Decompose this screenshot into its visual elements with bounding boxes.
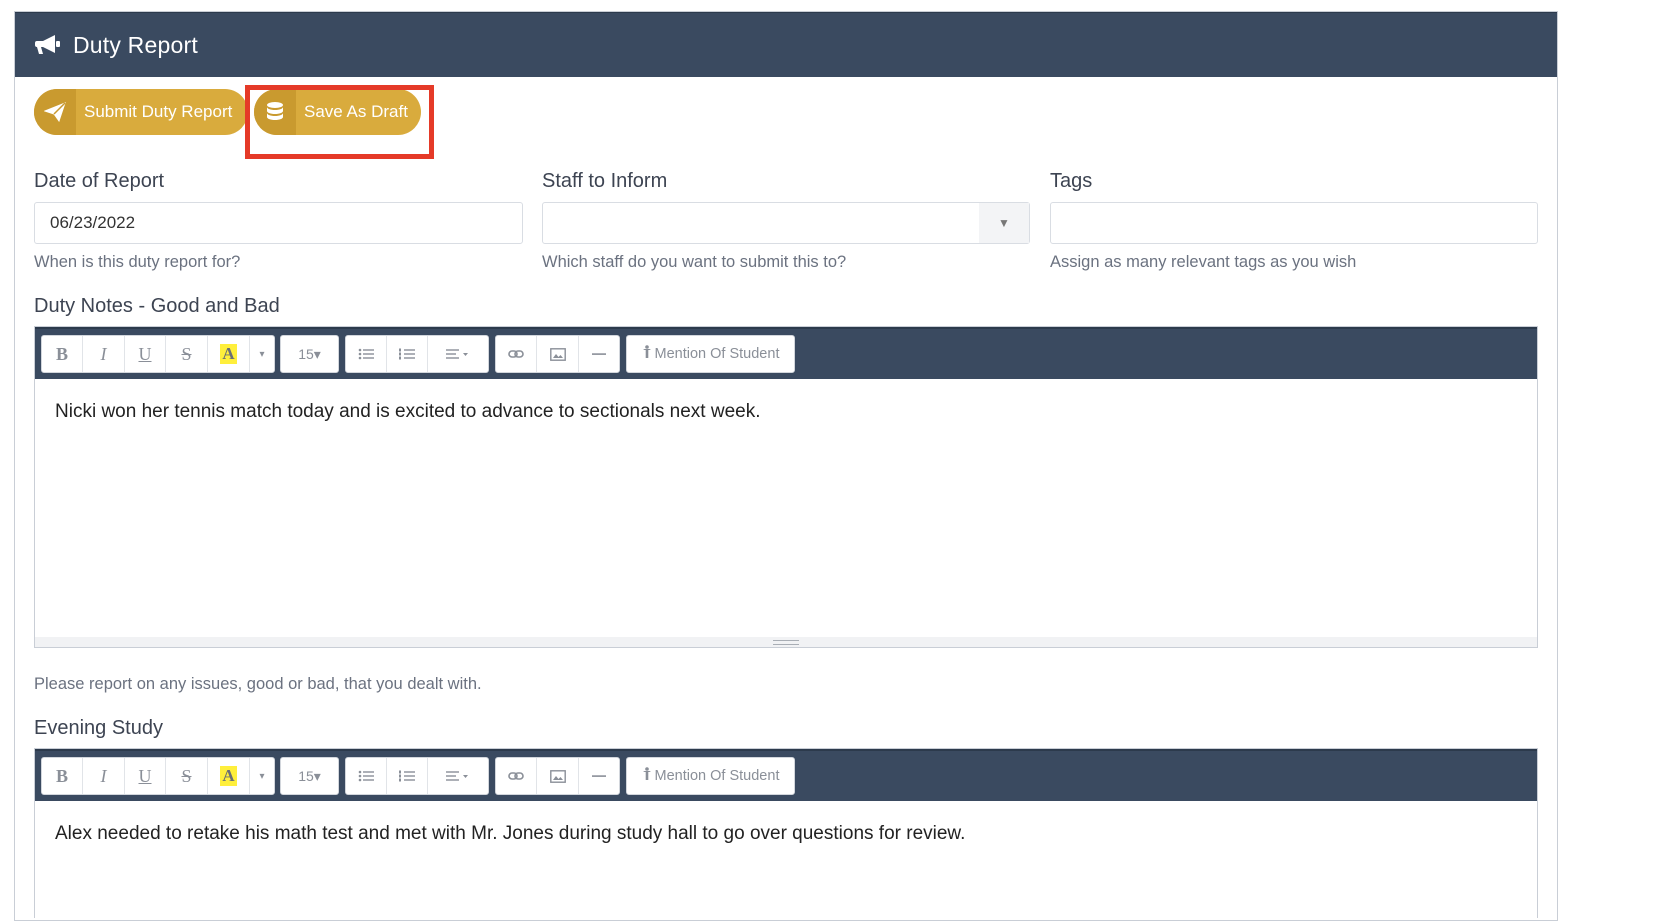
strikethrough-button[interactable]: S bbox=[166, 758, 208, 794]
align-left-icon bbox=[446, 771, 468, 781]
chevron-down-icon[interactable]: ▾ bbox=[250, 336, 274, 372]
bullhorn-icon bbox=[35, 33, 63, 57]
highlight-icon: A bbox=[220, 766, 237, 786]
duty-notes-label: Duty Notes - Good and Bad bbox=[34, 295, 280, 317]
image-icon[interactable] bbox=[537, 336, 579, 372]
underline-button[interactable]: U bbox=[125, 758, 166, 794]
staff-help: Which staff do you want to submit this t… bbox=[542, 253, 847, 271]
horizontal-rule-icon[interactable] bbox=[579, 336, 619, 372]
image-icon[interactable] bbox=[537, 758, 579, 794]
bold-button[interactable]: B bbox=[42, 336, 83, 372]
font-size-dropdown[interactable]: 15 ▾ bbox=[281, 336, 338, 372]
tags-label: Tags bbox=[1050, 170, 1093, 192]
paper-plane-icon bbox=[34, 89, 76, 135]
font-size-group: 15 ▾ bbox=[280, 757, 339, 795]
date-input[interactable]: 06/23/2022 bbox=[34, 202, 523, 244]
chevron-down-icon[interactable]: ▼ bbox=[979, 203, 1029, 243]
duty-notes-editor: B I U S A ▾ 15 ▾ Mention Of Student Nick… bbox=[34, 326, 1538, 648]
font-size-value: 15 bbox=[298, 768, 314, 784]
grip-icon bbox=[773, 639, 799, 645]
submit-duty-report-button[interactable]: Submit Duty Report bbox=[34, 89, 248, 135]
tags-input[interactable] bbox=[1050, 202, 1538, 244]
duty-notes-help: Please report on any issues, good or bad… bbox=[34, 675, 482, 693]
ordered-list-icon[interactable] bbox=[387, 758, 428, 794]
editor-toolbar: B I U S A ▾ 15 ▾ Mention Of Student bbox=[35, 327, 1537, 379]
evening-study-label: Evening Study bbox=[34, 717, 163, 739]
italic-button[interactable]: I bbox=[83, 758, 125, 794]
ordered-list-icon[interactable] bbox=[387, 336, 428, 372]
date-label: Date of Report bbox=[34, 170, 165, 192]
person-icon bbox=[642, 766, 652, 786]
align-dropdown[interactable] bbox=[428, 758, 488, 794]
page-title: Duty Report bbox=[73, 31, 198, 58]
format-group: B I U S A ▾ bbox=[41, 335, 275, 373]
mention-label: Mention Of Student bbox=[654, 768, 780, 784]
mention-group: Mention Of Student bbox=[626, 757, 795, 795]
insert-group bbox=[495, 335, 620, 373]
align-dropdown[interactable] bbox=[428, 336, 488, 372]
font-size-value: 15 bbox=[298, 346, 314, 362]
link-icon[interactable] bbox=[496, 758, 537, 794]
font-size-group: 15 ▾ bbox=[280, 335, 339, 373]
mention-of-student-button[interactable]: Mention Of Student bbox=[627, 336, 794, 372]
date-value: 06/23/2022 bbox=[50, 213, 136, 232]
font-size-dropdown[interactable]: 15 ▾ bbox=[281, 758, 338, 794]
draft-button-label: Save As Draft bbox=[304, 102, 408, 121]
staff-select[interactable]: ▼ bbox=[542, 202, 1030, 244]
list-group bbox=[345, 757, 489, 795]
unordered-list-icon[interactable] bbox=[346, 336, 387, 372]
person-icon bbox=[642, 344, 652, 364]
italic-button[interactable]: I bbox=[83, 336, 125, 372]
panel-header: Duty Report bbox=[15, 12, 1557, 77]
link-icon[interactable] bbox=[496, 336, 537, 372]
resize-handle[interactable] bbox=[35, 637, 1537, 647]
bold-button[interactable]: B bbox=[42, 758, 83, 794]
insert-group bbox=[495, 757, 620, 795]
staff-label: Staff to Inform bbox=[542, 170, 668, 192]
save-as-draft-button[interactable]: Save As Draft bbox=[254, 89, 421, 135]
highlight-color-button[interactable]: A bbox=[208, 758, 250, 794]
mention-group: Mention Of Student bbox=[626, 335, 795, 373]
horizontal-rule-icon[interactable] bbox=[579, 758, 619, 794]
evening-study-editor: B I U S A ▾ 15 ▾ Mention Of Student Alex… bbox=[34, 748, 1538, 918]
unordered-list-icon[interactable] bbox=[346, 758, 387, 794]
mention-of-student-button[interactable]: Mention Of Student bbox=[627, 758, 794, 794]
submit-button-label: Submit Duty Report bbox=[84, 102, 233, 121]
evening-study-content[interactable]: Alex needed to retake his math test and … bbox=[35, 801, 1537, 867]
highlight-icon: A bbox=[220, 344, 237, 364]
strikethrough-button[interactable]: S bbox=[166, 336, 208, 372]
tags-help: Assign as many relevant tags as you wish bbox=[1050, 253, 1357, 271]
editor-toolbar: B I U S A ▾ 15 ▾ Mention Of Student bbox=[35, 749, 1537, 801]
chevron-down-icon[interactable]: ▾ bbox=[250, 758, 274, 794]
date-help: When is this duty report for? bbox=[34, 253, 241, 271]
database-icon bbox=[254, 89, 296, 135]
format-group: B I U S A ▾ bbox=[41, 757, 275, 795]
duty-notes-content[interactable]: Nicki won her tennis match today and is … bbox=[35, 379, 1537, 445]
list-group bbox=[345, 335, 489, 373]
mention-label: Mention Of Student bbox=[654, 346, 780, 362]
underline-button[interactable]: U bbox=[125, 336, 166, 372]
align-left-icon bbox=[446, 349, 468, 359]
highlight-color-button[interactable]: A bbox=[208, 336, 250, 372]
